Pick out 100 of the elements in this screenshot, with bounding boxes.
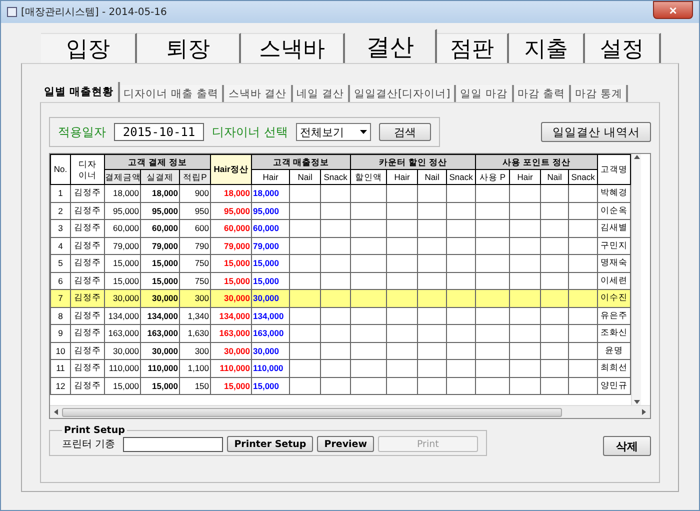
column-header: 사용 포인트 정산 (476, 154, 598, 170)
table-cell: 3 (50, 220, 70, 237)
sub-tab[interactable]: 일일 마감 (456, 85, 514, 102)
table-cell: 30,000 (104, 290, 140, 307)
column-header: Hair (510, 170, 541, 184)
printer-field[interactable] (123, 436, 224, 452)
table-row[interactable]: 5 김정주 15,000 15,000 750 15,000 15,000 명재숙 (50, 254, 631, 272)
table-cell: 60,000 (104, 220, 140, 237)
table-cell: 김정주 (70, 290, 104, 307)
table-cell: 30,000 (252, 290, 290, 307)
table-cell: 60,000 (210, 220, 252, 237)
main-tab[interactable]: 스낵바 (241, 33, 345, 63)
table-cell: 김정주 (70, 324, 104, 342)
sub-tab[interactable]: 스낵바 결산 (224, 85, 293, 102)
table-cell: 15,000 (140, 254, 180, 272)
search-button[interactable]: 검색 (378, 123, 431, 141)
table-cell: 12 (50, 377, 70, 394)
printer-label: 프린터 기종 (62, 438, 116, 451)
designer-label: 디자이너 선택 (212, 124, 288, 140)
table-cell: 163,000 (210, 324, 252, 342)
table-cell: 110,000 (210, 360, 252, 377)
column-header: 카운터 할인 정산 (350, 154, 476, 170)
table-cell: 11 (50, 360, 70, 377)
table-cell: 15,000 (252, 254, 290, 272)
main-tab[interactable]: 퇴장 (137, 33, 241, 63)
table-row[interactable]: 2 김정주 95,000 95,000 950 95,000 95,000 이순옥 (50, 202, 631, 220)
table-cell: 18,000 (210, 184, 252, 202)
table-cell: 9 (50, 324, 70, 342)
table-cell: 김정주 (70, 254, 104, 272)
table-cell: 5 (50, 254, 70, 272)
table-row[interactable]: 11 김정주 110,000 110,000 1,100 110,000 110,000 최희선 (50, 360, 631, 377)
sub-tab[interactable]: 마감 출력 (514, 85, 571, 102)
column-header: 실결제 (140, 170, 180, 184)
column-header: Nail (418, 170, 447, 184)
table-row[interactable]: 12 김정주 15,000 15,000 150 15,000 15,000 양민규 (50, 377, 631, 394)
designer-dropdown[interactable]: 전체보기 (296, 123, 371, 141)
scroll-up-icon[interactable] (634, 154, 640, 160)
horizontal-scrollbar[interactable] (50, 405, 650, 418)
column-header: 할인액 (350, 170, 387, 184)
table-cell: 750 (180, 254, 211, 272)
table-cell: 163,000 (104, 324, 140, 342)
table-row[interactable]: 6 김정주 15,000 15,000 750 15,000 15,000 이세련 (50, 272, 631, 290)
main-tab[interactable]: 설정 (585, 33, 661, 63)
scroll-left-icon[interactable] (53, 409, 59, 415)
table-cell: 300 (180, 290, 211, 307)
table-row[interactable]: 3 김정주 60,000 60,000 600 60,000 60,000 김새별 (50, 220, 631, 237)
table-cell: 1 (50, 184, 70, 202)
main-tab[interactable]: 점판 (437, 33, 509, 63)
print-button[interactable]: Printer Setup (227, 436, 314, 452)
table-cell: 110,000 (104, 360, 140, 377)
delete-button[interactable]: 삭제 (603, 436, 651, 456)
table-cell: 15,000 (104, 377, 140, 394)
sub-tab[interactable]: 일일결산[디자이너] (350, 85, 456, 102)
print-button[interactable]: Preview (317, 436, 374, 452)
table-cell: 18,000 (104, 184, 140, 202)
column-header: Snack (320, 170, 351, 184)
column-header: 고객 결제 정보 (104, 154, 211, 170)
table-cell: 163,000 (140, 324, 180, 342)
sub-tab[interactable]: 디자이너 매출 출력 (120, 85, 224, 102)
group-title: Print Setup (63, 425, 126, 436)
column-header: Nail (290, 170, 321, 184)
sub-tab[interactable]: 마감 통계 (570, 85, 628, 102)
table-row[interactable]: 1 김정주 18,000 18,000 900 18,000 18,000 박혜경 (50, 184, 631, 202)
column-header: Snack (446, 170, 476, 184)
table-row[interactable]: 10 김정주 30,000 30,000 300 30,000 30,000 윤명 (50, 342, 631, 360)
vertical-scrollbar[interactable] (631, 154, 642, 405)
table-cell: 15,000 (140, 377, 180, 394)
column-header: 결제금액 (104, 170, 140, 184)
table-cell: 18,000 (140, 184, 180, 202)
column-header: 사용 P (476, 170, 510, 184)
column-header: No. (50, 154, 70, 184)
table-cell: 30,000 (210, 290, 252, 307)
table-cell: 110,000 (252, 360, 290, 377)
column-header: Nail (540, 170, 569, 184)
table-row[interactable]: 7 김정주 30,000 30,000 300 30,000 30,000 이수진 (50, 290, 631, 307)
table-row[interactable]: 8 김정주 134,000 134,000 1,340 134,000 134,000 유은주 (50, 307, 631, 324)
table-cell: 김정주 (70, 220, 104, 237)
scroll-right-icon[interactable] (641, 409, 647, 415)
table-cell: 18,000 (252, 184, 290, 202)
table-cell: 1,100 (180, 360, 211, 377)
table-cell: 150 (180, 377, 211, 394)
caret-icon[interactable] (360, 130, 367, 134)
report-button[interactable]: 일일결산 내역서 (541, 122, 651, 142)
table-row[interactable]: 9 김정주 163,000 163,000 1,630 163,000 163,000 조화신 (50, 324, 631, 342)
column-header: Hair (252, 170, 290, 184)
main-tab[interactable]: 입장 (41, 33, 137, 63)
table-cell: 15,000 (104, 254, 140, 272)
table-cell: 김정주 (70, 377, 104, 394)
table-cell: 163,000 (252, 324, 290, 342)
table-cell: 60,000 (140, 220, 180, 237)
table-row[interactable]: 4 김정주 79,000 79,000 790 79,000 79,000 구민지 (50, 237, 631, 254)
table-cell: 15,000 (210, 254, 252, 272)
sub-tab[interactable]: 네일 결산 (292, 85, 350, 102)
date-field[interactable]: 2015-10-11 (114, 123, 204, 141)
table-cell: 김정주 (70, 360, 104, 377)
column-header: 고객명 (598, 154, 631, 184)
window-title: [매장관리시스템] - 2014-05-16 (21, 6, 168, 19)
table-cell: 7 (50, 290, 70, 307)
table-cell: 110,000 (140, 360, 180, 377)
main-tab[interactable]: 지출 (509, 33, 585, 63)
